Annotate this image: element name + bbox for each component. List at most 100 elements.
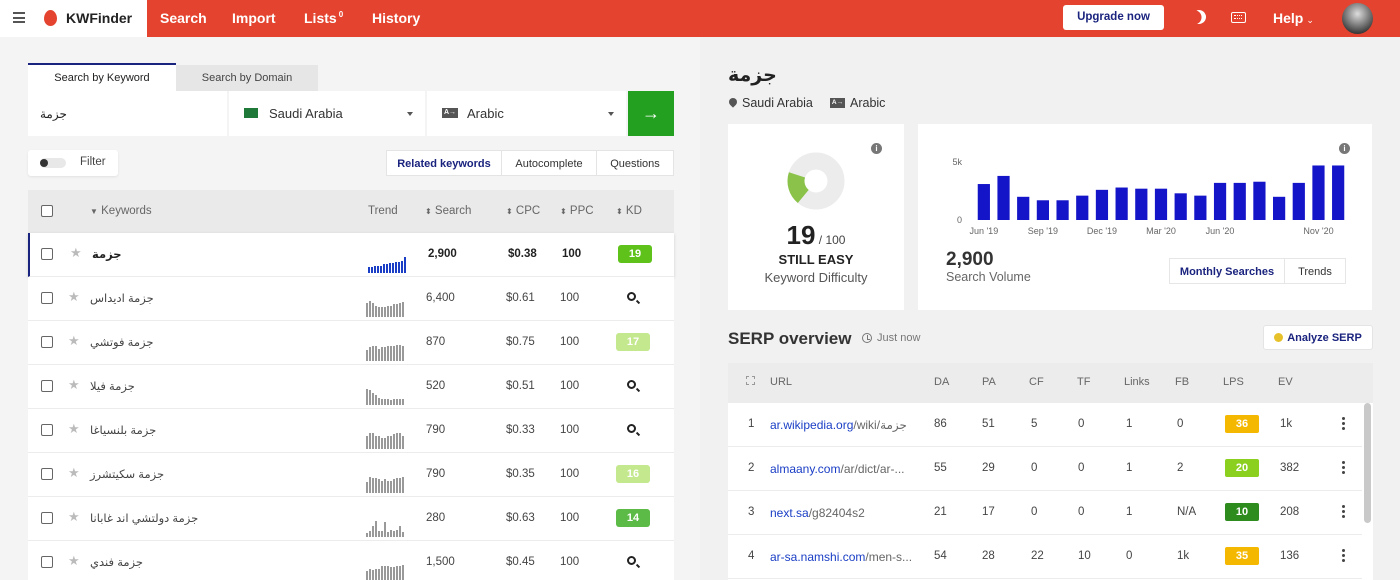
volume-bar[interactable] [1273, 196, 1286, 220]
col-search[interactable]: ⬍ Search [425, 205, 471, 217]
help-menu[interactable]: Help ⌄ [1273, 10, 1314, 26]
star-icon[interactable]: ★ [68, 509, 80, 525]
row-checkbox[interactable] [41, 248, 53, 260]
volume-bar[interactable] [1253, 181, 1266, 220]
nav-search[interactable]: Search [160, 10, 207, 26]
row-checkbox[interactable] [41, 512, 53, 524]
keyword-text[interactable]: جزمة [92, 247, 122, 261]
user-avatar[interactable] [1342, 3, 1373, 34]
col-ev[interactable]: EV [1278, 376, 1293, 388]
col-pa[interactable]: PA [982, 376, 996, 388]
nav-import[interactable]: Import [232, 10, 276, 26]
toggle-switch[interactable] [40, 158, 66, 168]
keyword-input[interactable] [28, 91, 227, 136]
table-row[interactable]: ★ جزمة بلنسياغا 790 $0.33 100 [28, 409, 674, 453]
serp-url-link[interactable]: next.sa/g82404s2 [770, 506, 865, 520]
location-select[interactable]: Saudi Arabia [229, 91, 425, 136]
expand-icon[interactable] [746, 376, 755, 385]
serp-row[interactable]: 4 54 28 22 10 0 1k 136 ar-sa.namshi.com/men-s...… [728, 535, 1362, 579]
col-kd[interactable]: ⬍ KD [616, 205, 642, 217]
row-checkbox[interactable] [41, 336, 53, 348]
row-checkbox[interactable] [41, 380, 53, 392]
tab-trends[interactable]: Trends [1284, 258, 1346, 284]
volume-bar[interactable] [1036, 200, 1049, 220]
keyword-text[interactable]: جزمة فيلا [90, 379, 135, 393]
row-checkbox[interactable] [41, 468, 53, 480]
star-icon[interactable]: ★ [68, 289, 80, 305]
nav-history[interactable]: History [372, 10, 420, 26]
keyword-text[interactable]: جزمة اديداس [90, 291, 154, 305]
dark-mode-moon-icon[interactable] [1189, 7, 1208, 26]
volume-bar[interactable] [1076, 195, 1089, 220]
star-icon[interactable]: ★ [68, 377, 80, 393]
serp-row[interactable]: 1 86 51 5 0 1 0 1k ar.wikipedia.org/wiki/جزمة 36 [728, 403, 1362, 447]
row-checkbox[interactable] [41, 556, 53, 568]
table-row[interactable]: ★ جزمة فيلا 520 $0.51 100 [28, 365, 674, 409]
col-cpc[interactable]: ⬍ CPC [506, 205, 540, 217]
volume-bar[interactable] [1194, 195, 1207, 220]
volume-bar[interactable] [1174, 193, 1187, 220]
language-select[interactable]: A→ Arabic [427, 91, 626, 136]
col-fb[interactable]: FB [1175, 376, 1189, 388]
table-row[interactable]: ★ جزمة سكيتشرز 790 $0.35 100 16 [28, 453, 674, 497]
volume-bar[interactable] [1213, 182, 1227, 220]
tab-search-by-domain[interactable]: Search by Domain [176, 65, 318, 91]
keyboard-shortcuts-icon[interactable] [1231, 12, 1246, 23]
col-lps[interactable]: LPS [1223, 376, 1244, 388]
table-row[interactable]: ★ جزمة 2,900 $0.38 100 19 [28, 233, 674, 277]
keyword-text[interactable]: جزمة بلنسياغا [90, 423, 156, 437]
col-keywords[interactable]: ▼ Keywords [90, 205, 152, 217]
row-checkbox[interactable] [41, 292, 53, 304]
volume-bar[interactable] [1056, 200, 1069, 220]
more-vertical-icon[interactable] [1342, 417, 1345, 431]
nav-lists[interactable]: Lists 0 [304, 10, 343, 26]
tab-autocomplete[interactable]: Autocomplete [501, 150, 597, 176]
magnifier-icon[interactable] [627, 292, 636, 301]
volume-bar[interactable] [1115, 187, 1128, 220]
brand-name[interactable]: KWFinder [66, 10, 132, 26]
info-icon[interactable]: i [871, 143, 882, 154]
select-all-checkbox[interactable] [41, 205, 53, 217]
tab-questions[interactable]: Questions [596, 150, 674, 176]
magnifier-icon[interactable] [627, 556, 636, 565]
hamburger-menu-icon[interactable] [13, 12, 25, 23]
kwfinder-logo-icon[interactable] [44, 10, 57, 26]
analyze-serp-button[interactable]: Analyze SERP [1263, 325, 1373, 350]
volume-bar[interactable] [1233, 182, 1246, 220]
filter-toggle[interactable]: Filter [28, 150, 118, 176]
table-row[interactable]: ★ جزمة فندي 1,500 $0.45 100 [28, 541, 674, 580]
upgrade-button[interactable]: Upgrade now [1063, 5, 1164, 30]
volume-bar[interactable] [1312, 165, 1325, 220]
volume-bar[interactable] [1017, 196, 1030, 220]
volume-bar[interactable] [1095, 189, 1109, 220]
keyword-text[interactable]: جزمة فوتشي [90, 335, 153, 349]
tab-related-keywords[interactable]: Related keywords [386, 150, 502, 176]
volume-bar[interactable] [1135, 188, 1148, 220]
star-icon[interactable]: ★ [68, 421, 80, 437]
col-tf[interactable]: TF [1077, 376, 1090, 388]
volume-bar[interactable] [1292, 182, 1305, 220]
col-links[interactable]: Links [1124, 376, 1150, 388]
serp-url-link[interactable]: ar.wikipedia.org/wiki/جزمة [770, 418, 907, 432]
serp-row[interactable]: 2 55 29 0 0 1 2 382 almaany.com/ar/dict/ar-... 20 [728, 447, 1362, 491]
more-vertical-icon[interactable] [1342, 549, 1345, 563]
serp-scrollbar[interactable] [1364, 403, 1371, 523]
col-da[interactable]: DA [934, 376, 949, 388]
col-cf[interactable]: CF [1029, 376, 1044, 388]
search-submit-button[interactable]: → [628, 91, 674, 136]
star-icon[interactable]: ★ [68, 333, 80, 349]
more-vertical-icon[interactable] [1342, 505, 1345, 519]
magnifier-icon[interactable] [627, 380, 636, 389]
volume-bar[interactable] [1332, 165, 1345, 220]
magnifier-icon[interactable] [627, 424, 636, 433]
serp-url-link[interactable]: ar-sa.namshi.com/men-s... [770, 550, 912, 564]
volume-bar[interactable] [997, 175, 1010, 220]
volume-bar[interactable] [977, 184, 990, 220]
table-row[interactable]: ★ جزمة فوتشي 870 $0.75 100 17 [28, 321, 674, 365]
volume-bar[interactable] [1154, 188, 1168, 220]
row-checkbox[interactable] [41, 424, 53, 436]
serp-row[interactable]: 3 21 17 0 0 1 N/A 208 next.sa/g82404s2 10 [728, 491, 1362, 535]
tab-search-by-keyword[interactable]: Search by Keyword [28, 63, 176, 91]
serp-url-link[interactable]: almaany.com/ar/dict/ar-... [770, 462, 905, 476]
table-row[interactable]: ★ جزمة اديداس 6,400 $0.61 100 [28, 277, 674, 321]
